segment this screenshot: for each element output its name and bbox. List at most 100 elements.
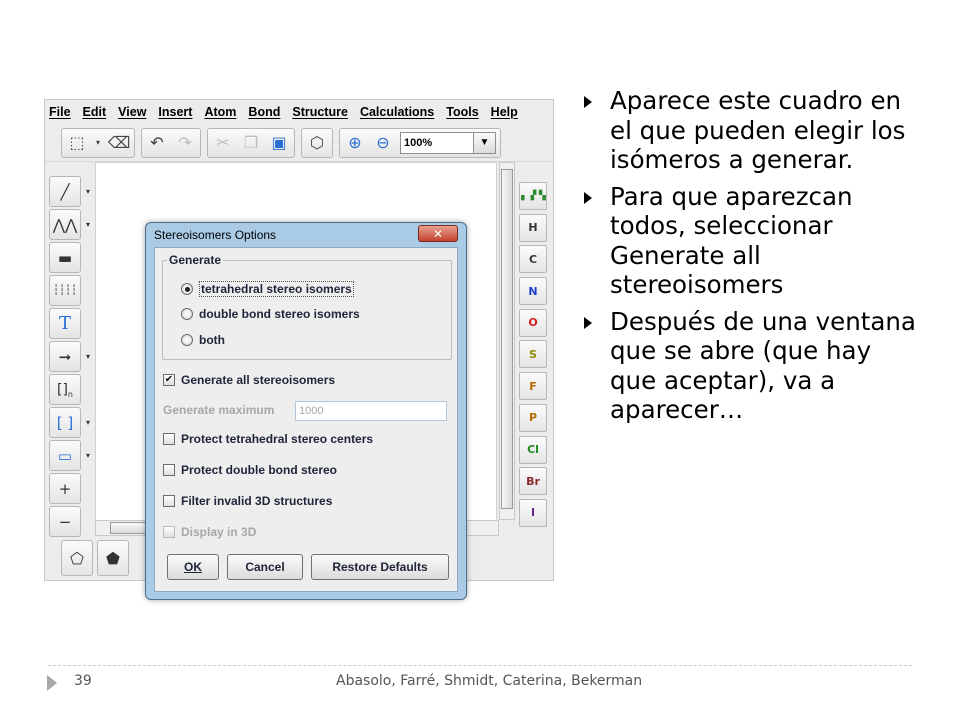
menu-calculations[interactable]: Calculations bbox=[360, 105, 434, 119]
checkbox[interactable] bbox=[163, 495, 175, 507]
checkbox[interactable]: ✔ bbox=[163, 374, 175, 386]
bullet-item: Después de una ventana que se abre (que … bbox=[582, 307, 922, 425]
close-icon[interactable]: ✕ bbox=[418, 225, 458, 242]
ok-button[interactable]: OK bbox=[167, 554, 219, 580]
checkbox-label: Filter invalid 3D structures bbox=[181, 494, 333, 508]
checkbox-label: Protect double bond stereo bbox=[181, 463, 338, 477]
menu-atom[interactable]: Atom bbox=[204, 105, 236, 119]
single-bond-icon[interactable]: ╱ ▾ bbox=[49, 176, 90, 207]
radio-tetrahedral[interactable]: tetrahedral stereo isomers bbox=[181, 281, 354, 297]
bullet-arrow-icon bbox=[584, 316, 592, 329]
checkbox-label: Generate all stereoisomers bbox=[181, 373, 336, 387]
ok-label: OK bbox=[184, 560, 202, 574]
selection-tools: ⬚ ▾ ⌫ bbox=[61, 127, 135, 158]
wedge-bond-icon[interactable]: ▬ bbox=[49, 242, 81, 273]
ring-template-icon[interactable]: ⬠ bbox=[61, 540, 93, 576]
element-f[interactable]: F bbox=[519, 372, 547, 401]
element-c[interactable]: C bbox=[519, 245, 547, 274]
protect-tetrahedral-checkbox[interactable]: Protect tetrahedral stereo centers bbox=[163, 432, 373, 446]
menu-file[interactable]: File bbox=[49, 105, 71, 119]
rectangle-select-icon[interactable]: ⬚ bbox=[66, 132, 88, 154]
copy-icon[interactable]: ❐ bbox=[240, 132, 262, 154]
element-o[interactable]: O bbox=[519, 308, 547, 337]
filter-invalid-3d-checkbox[interactable]: Filter invalid 3D structures bbox=[163, 494, 332, 508]
menu-bond[interactable]: Bond bbox=[248, 105, 280, 119]
footer-arrow-icon bbox=[47, 675, 57, 691]
chain-icon[interactable]: ⋀⋀ ▾ bbox=[49, 209, 90, 240]
zoom-in-icon[interactable]: ⊕ bbox=[344, 132, 366, 154]
bullet-arrow-icon bbox=[584, 96, 592, 108]
generate-maximum-field[interactable]: 1000 bbox=[295, 401, 447, 421]
checkbox[interactable] bbox=[163, 433, 175, 445]
display-3d-checkbox: Display in 3D bbox=[163, 525, 256, 539]
editor-window: File Edit View Insert Atom Bond Structur… bbox=[44, 99, 554, 600]
zoom-tools: ⊕ ⊖ 100% ▼ bbox=[339, 127, 501, 158]
hash-bond-icon[interactable]: ┆┆┆┆ bbox=[49, 275, 81, 306]
zoom-select[interactable]: 100% ▼ bbox=[400, 131, 496, 154]
radio-button[interactable] bbox=[181, 308, 193, 320]
restore-label: Restore Defaults bbox=[332, 560, 428, 574]
undo-icon[interactable]: ↶ bbox=[146, 132, 168, 154]
element-n[interactable]: N bbox=[519, 277, 547, 306]
element-p[interactable]: P bbox=[519, 403, 547, 432]
zoom-out-icon[interactable]: ⊖ bbox=[372, 132, 394, 154]
dialog-body: Generate tetrahedral stereo isomers doub… bbox=[154, 247, 458, 592]
footer-divider bbox=[48, 665, 912, 666]
cut-icon[interactable]: ✂ bbox=[212, 132, 234, 154]
protect-double-bond-checkbox[interactable]: Protect double bond stereo bbox=[163, 463, 337, 477]
element-cl[interactable]: Cl bbox=[519, 435, 547, 464]
menu-bar: File Edit View Insert Atom Bond Structur… bbox=[45, 100, 553, 124]
radio-label: double bond stereo isomers bbox=[199, 307, 360, 321]
checkbox bbox=[163, 526, 175, 538]
element-s[interactable]: S bbox=[519, 340, 547, 369]
radio-double-bond[interactable]: double bond stereo isomers bbox=[181, 307, 360, 321]
menu-structure[interactable]: Structure bbox=[292, 105, 348, 119]
generate-all-checkbox[interactable]: ✔ Generate all stereoisomers bbox=[163, 373, 335, 387]
redo-icon[interactable]: ↷ bbox=[174, 132, 196, 154]
radio-both[interactable]: both bbox=[181, 333, 225, 347]
checkbox[interactable] bbox=[163, 464, 175, 476]
menu-edit[interactable]: Edit bbox=[83, 105, 107, 119]
vertical-scroll-thumb[interactable] bbox=[501, 169, 513, 509]
bullet-item: Aparece este cuadro en el que pueden ele… bbox=[582, 86, 922, 175]
n-ring-template-icon[interactable]: ⬟ bbox=[97, 540, 129, 576]
radio-button[interactable] bbox=[181, 334, 193, 346]
vertical-scrollbar[interactable] bbox=[499, 162, 515, 520]
left-toolbar: ╱ ▾ ⋀⋀ ▾ ▬ ┆┆┆┆ T ➞ ▾ [] n [ ] ▾ ▭ ▾ + − bbox=[49, 176, 93, 539]
element-i[interactable]: I bbox=[519, 498, 547, 527]
cancel-label: Cancel bbox=[245, 560, 285, 574]
element-br[interactable]: Br bbox=[519, 467, 547, 496]
zoom-dropdown-icon[interactable]: ▼ bbox=[474, 131, 496, 154]
periodic-table-icon[interactable]: ▖▗▘▚ bbox=[519, 182, 547, 210]
eraser-icon[interactable]: ⌫ bbox=[108, 132, 131, 154]
radio-label: tetrahedral stereo isomers bbox=[199, 281, 354, 297]
bullet-list: Aparece este cuadro en el que pueden ele… bbox=[582, 86, 922, 432]
bracket-icon[interactable]: [ ] ▾ bbox=[49, 407, 90, 438]
rectangle-icon[interactable]: ▭ ▾ bbox=[49, 440, 90, 471]
reaction-arrow-icon[interactable]: ➞ ▾ bbox=[49, 341, 90, 372]
zoom-value[interactable]: 100% bbox=[400, 131, 474, 154]
clean-tools: ⬡ bbox=[301, 127, 333, 158]
generate-group-label: Generate bbox=[167, 253, 224, 267]
zoom-out-minus-icon[interactable]: − bbox=[49, 506, 81, 537]
sgroup-bracket-icon[interactable]: [] n bbox=[49, 374, 81, 405]
chevron-down-icon[interactable]: ▾ bbox=[94, 132, 102, 154]
paste-icon[interactable]: ▣ bbox=[268, 132, 290, 154]
cancel-button[interactable]: Cancel bbox=[227, 554, 303, 580]
stereoisomers-dialog: Stereoisomers Options ✕ Generate tetrahe… bbox=[145, 222, 467, 600]
radio-label: both bbox=[199, 333, 225, 347]
menu-tools[interactable]: Tools bbox=[446, 105, 478, 119]
main-toolbar: ⬚ ▾ ⌫ ↶ ↷ ✂ ❐ ▣ ⬡ ⊕ ⊖ 100% ▼ bbox=[45, 124, 553, 162]
zoom-in-plus-icon[interactable]: + bbox=[49, 473, 81, 504]
menu-insert[interactable]: Insert bbox=[158, 105, 192, 119]
element-h[interactable]: H bbox=[519, 213, 547, 242]
menu-help[interactable]: Help bbox=[491, 105, 518, 119]
menu-view[interactable]: View bbox=[118, 105, 146, 119]
clean-structure-icon[interactable]: ⬡ bbox=[306, 132, 328, 154]
text-tool-icon[interactable]: T bbox=[49, 308, 81, 339]
dialog-title: Stereoisomers Options bbox=[154, 228, 277, 242]
history-tools: ↶ ↷ bbox=[141, 127, 201, 158]
page-number: 39 bbox=[74, 673, 92, 689]
radio-button[interactable] bbox=[181, 283, 193, 295]
restore-defaults-button[interactable]: Restore Defaults bbox=[311, 554, 449, 580]
